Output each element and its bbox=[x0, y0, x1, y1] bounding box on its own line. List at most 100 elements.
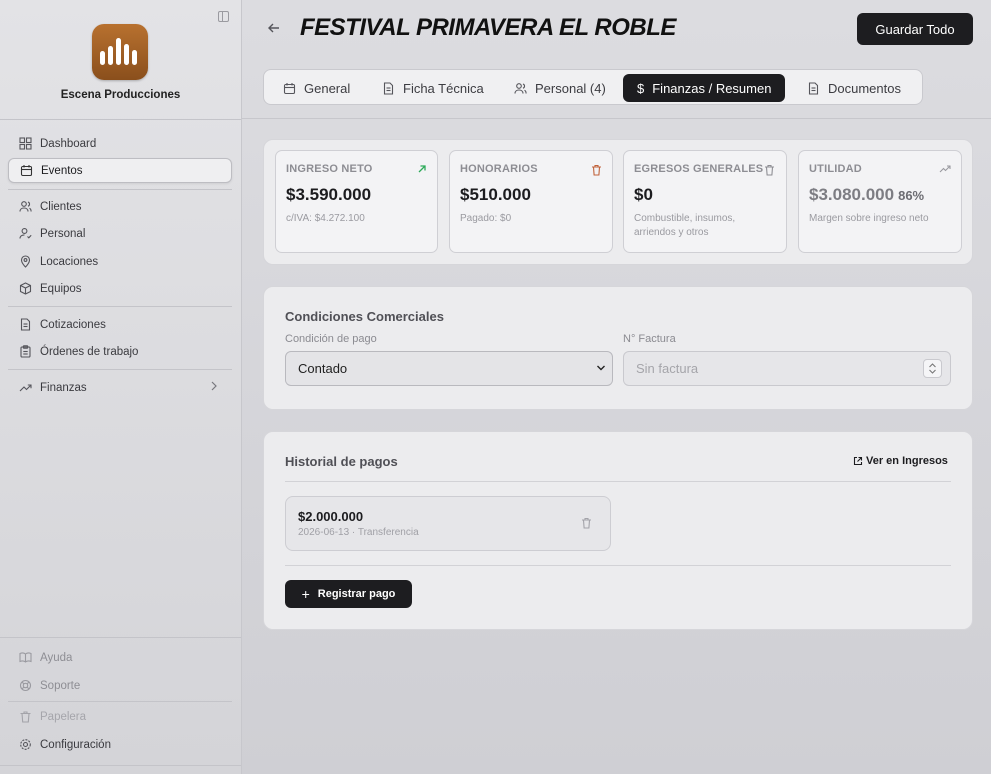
stat-card-utilidad: UTILIDAD $3.080.000 86% Margen sobre ingr… bbox=[798, 150, 962, 253]
sidebar-item-ayuda[interactable]: Ayuda bbox=[8, 645, 232, 670]
payment-meta: 2026-06-13 · Transferencia bbox=[298, 527, 419, 538]
stat-sub: Combustible, insumos, arriendos y otros bbox=[634, 213, 736, 238]
users-icon bbox=[19, 201, 32, 212]
invoice-label: N° Factura bbox=[623, 333, 676, 345]
stat-sub: c/IVA: $4.272.100 bbox=[286, 213, 365, 224]
plus-icon: + bbox=[301, 586, 310, 602]
book-icon bbox=[19, 652, 32, 663]
register-payment-button[interactable]: + Registrar pago bbox=[285, 580, 412, 608]
utilidad-amount: $3.080.000 bbox=[809, 185, 895, 204]
arrow-up-right-icon bbox=[418, 165, 426, 173]
brand-logo bbox=[92, 24, 148, 80]
sidebar: Escena Producciones Dashboard Eventos Cl… bbox=[0, 0, 242, 774]
trash-icon bbox=[20, 711, 31, 723]
back-arrow-icon[interactable] bbox=[267, 21, 281, 35]
invoice-field[interactable]: Sin factura bbox=[623, 351, 951, 386]
save-all-button[interactable]: Guardar Todo bbox=[857, 13, 973, 45]
sidebar-item-label: Cotizaciones bbox=[40, 318, 106, 331]
sidebar-item-configuracion[interactable]: Configuración bbox=[8, 732, 232, 757]
sidebar-item-clientes[interactable]: Clientes bbox=[8, 194, 232, 219]
tab-general[interactable]: General bbox=[273, 74, 360, 102]
stat-label: EGRESOS GENERALES bbox=[634, 163, 764, 175]
stat-sub: Pagado: $0 bbox=[460, 213, 512, 224]
payment-item: $2.000.000 2026-06-13 · Transferencia bbox=[285, 496, 611, 551]
sidebar-item-label: Órdenes de trabajo bbox=[40, 345, 139, 358]
sidebar-item-finanzas[interactable]: Finanzas bbox=[8, 375, 232, 400]
sidebar-item-label: Ayuda bbox=[40, 651, 73, 664]
chevron-down-icon bbox=[597, 365, 605, 371]
sidebar-item-label: Soporte bbox=[40, 679, 81, 692]
stat-value: $0 bbox=[634, 185, 653, 204]
user-icon bbox=[19, 228, 32, 239]
sidebar-item-label: Finanzas bbox=[40, 381, 87, 394]
conditions-title: Condiciones Comerciales bbox=[285, 309, 444, 324]
sidebar-item-cotizaciones[interactable]: Cotizaciones bbox=[8, 312, 232, 337]
tab-label: Personal (4) bbox=[535, 80, 606, 96]
payment-condition-value: Contado bbox=[298, 361, 348, 376]
gear-icon bbox=[20, 739, 31, 750]
file-icon bbox=[383, 81, 394, 95]
tab-ficha-tecnica[interactable]: Ficha Técnica bbox=[372, 74, 494, 102]
tab-documentos[interactable]: Documentos bbox=[797, 74, 911, 102]
sidebar-item-label: Personal bbox=[40, 227, 86, 240]
payments-divider bbox=[285, 565, 951, 566]
stat-label: UTILIDAD bbox=[809, 163, 862, 175]
payment-amount: $2.000.000 bbox=[298, 509, 364, 524]
sidebar-item-label: Clientes bbox=[40, 200, 82, 213]
calendar-icon bbox=[283, 82, 296, 94]
calendar-icon bbox=[20, 165, 33, 177]
tab-finanzas-resumen[interactable]: $ Finanzas / Resumen bbox=[623, 74, 786, 102]
margin-percent: 86% bbox=[898, 188, 925, 203]
sidebar-item-label: Dashboard bbox=[40, 137, 97, 150]
sidebar-item-label: Configuración bbox=[40, 738, 111, 751]
stat-label: HONORARIOS bbox=[460, 163, 538, 175]
sidebar-item-papelera[interactable]: Papelera bbox=[8, 704, 232, 729]
tab-bar: General Ficha Técnica Personal (4) $ Fin… bbox=[263, 69, 923, 105]
trending-up-icon bbox=[939, 165, 951, 173]
register-label: Registrar pago bbox=[317, 588, 396, 600]
payments-title: Historial de pagos bbox=[285, 454, 398, 469]
stat-value: $510.000 bbox=[460, 185, 531, 204]
file-icon bbox=[20, 318, 31, 331]
sidebar-item-label: Papelera bbox=[40, 710, 87, 723]
view-ingresos-link[interactable]: Ver en Ingresos bbox=[853, 455, 948, 467]
header-divider bbox=[242, 118, 991, 119]
tab-personal[interactable]: Personal (4) bbox=[504, 74, 616, 102]
trash-icon[interactable] bbox=[591, 164, 602, 176]
sidebar-item-label: Locaciones bbox=[40, 255, 99, 268]
sidebar-item-label: Eventos bbox=[41, 164, 83, 177]
stat-card-egresos: EGRESOS GENERALES $0 Combustible, insumo… bbox=[623, 150, 787, 253]
trash-icon[interactable] bbox=[581, 517, 592, 529]
tab-label: General bbox=[304, 80, 351, 96]
stat-sub: Margen sobre ingreso neto bbox=[809, 213, 929, 224]
sidebar-item-eventos[interactable]: Eventos bbox=[8, 158, 232, 183]
dashboard-icon bbox=[19, 137, 32, 150]
stepper-icon[interactable] bbox=[923, 359, 942, 378]
link-label: Ver en Ingresos bbox=[866, 455, 948, 467]
sidebar-toggle-icon[interactable] bbox=[218, 11, 229, 22]
sidebar-item-ordenes[interactable]: Órdenes de trabajo bbox=[8, 339, 232, 364]
tab-label: Documentos bbox=[828, 80, 901, 96]
map-pin-icon bbox=[20, 255, 31, 268]
sidebar-item-equipos[interactable]: Equipos bbox=[8, 276, 232, 301]
trash-icon[interactable] bbox=[764, 164, 775, 176]
dollar-icon: $ bbox=[637, 80, 645, 96]
sidebar-item-dashboard[interactable]: Dashboard bbox=[8, 131, 232, 156]
box-icon bbox=[19, 282, 32, 295]
payment-condition-select[interactable]: Contado bbox=[285, 351, 613, 386]
payment-condition-label: Condición de pago bbox=[285, 333, 377, 345]
tab-label: Finanzas / Resumen bbox=[652, 80, 772, 96]
chevron-right-icon bbox=[211, 381, 217, 391]
stat-value: $3.590.000 bbox=[286, 185, 372, 204]
stat-label: INGRESO NETO bbox=[286, 163, 373, 175]
invoice-placeholder: Sin factura bbox=[636, 361, 699, 376]
sidebar-item-locaciones[interactable]: Locaciones bbox=[8, 249, 232, 274]
lifebuoy-icon bbox=[19, 679, 32, 692]
conditions-panel bbox=[263, 286, 973, 410]
trending-icon bbox=[19, 384, 32, 392]
clipboard-icon bbox=[20, 345, 31, 358]
sidebar-item-soporte[interactable]: Soporte bbox=[8, 673, 232, 698]
stat-card-ingreso-neto: INGRESO NETO $3.590.000 c/IVA: $4.272.10… bbox=[275, 150, 438, 253]
brand-name: Escena Producciones bbox=[60, 89, 181, 101]
sidebar-item-personal[interactable]: Personal bbox=[8, 221, 232, 246]
